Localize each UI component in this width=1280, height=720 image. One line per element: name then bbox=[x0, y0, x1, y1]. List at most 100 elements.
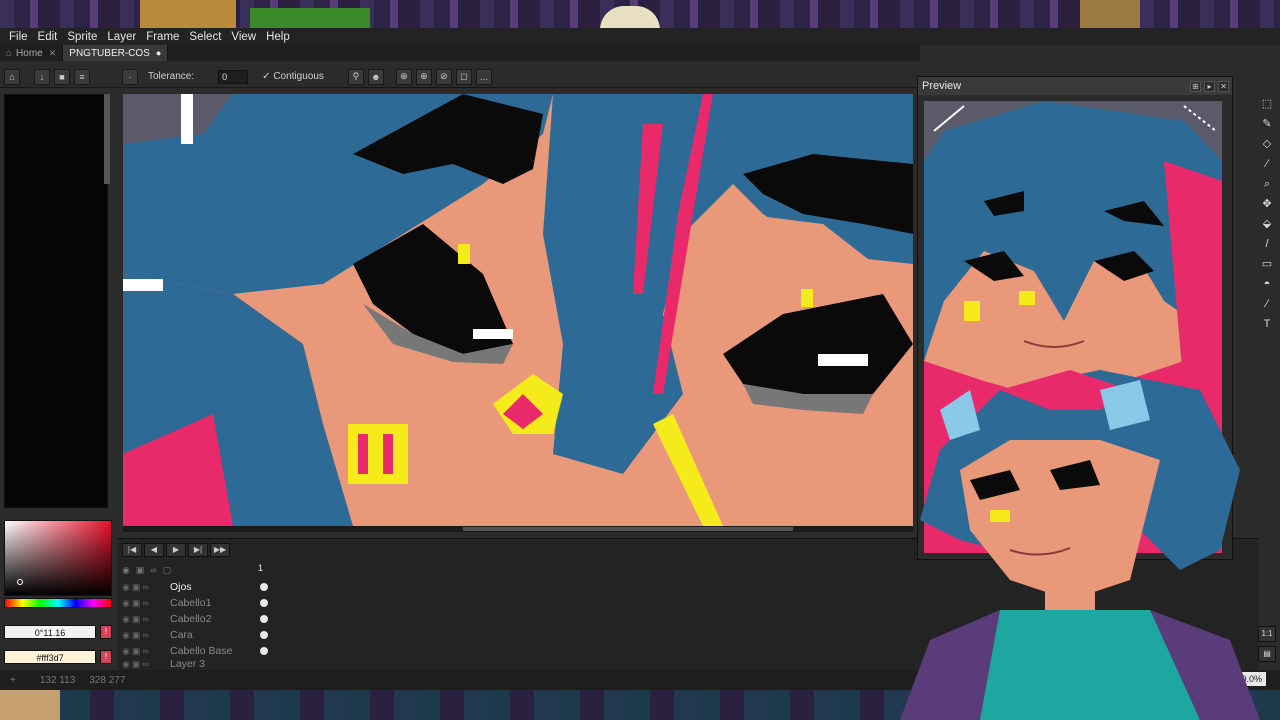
cel-dot[interactable] bbox=[260, 599, 268, 607]
layer-name: Cara bbox=[170, 629, 193, 641]
close-icon[interactable]: ✕ bbox=[49, 48, 57, 59]
stop-icon[interactable]: ■ bbox=[54, 68, 70, 85]
menu-layer[interactable]: Layer bbox=[102, 31, 141, 43]
menu-view[interactable]: View bbox=[226, 31, 261, 43]
foreground-color-field[interactable]: 0°11.16 bbox=[4, 625, 96, 639]
layer-visibility-icon[interactable]: ◉▣∞ bbox=[122, 646, 170, 657]
eraser-icon[interactable]: ◇ bbox=[1259, 136, 1275, 152]
prev-frame-icon[interactable]: ◀ bbox=[144, 543, 164, 557]
tab-sprite[interactable]: PNGTUBER-COS ● bbox=[63, 45, 169, 61]
last-frame-icon[interactable]: ▶▶ bbox=[210, 543, 230, 557]
layer-row[interactable]: ◉▣∞ Cabello Base bbox=[122, 643, 268, 659]
arrow-down-icon[interactable]: ↓ bbox=[34, 68, 50, 85]
frame-preview-button[interactable]: 1:1 bbox=[1258, 626, 1276, 642]
layer-row[interactable]: ◉▣∞ Ojos bbox=[122, 579, 268, 595]
layer-row[interactable]: ◉▣∞ Cabello2 bbox=[122, 611, 268, 627]
hue-slider[interactable] bbox=[4, 598, 112, 608]
menu-frame[interactable]: Frame bbox=[141, 31, 184, 43]
contour-icon[interactable]: ∕ bbox=[1259, 296, 1275, 312]
eyedropper-icon[interactable]: ⁄ bbox=[1259, 156, 1275, 172]
layer-name: Cabello1 bbox=[170, 597, 212, 609]
play-icon[interactable]: ▶ bbox=[166, 543, 186, 557]
square-icon[interactable]: ◻ bbox=[455, 68, 472, 85]
layer-visibility-icon[interactable]: ◉▣∞ bbox=[122, 614, 170, 625]
link-icon[interactable]: ∞ bbox=[150, 565, 156, 575]
tab-sprite-label: PNGTUBER-COS bbox=[69, 47, 150, 59]
next-frame-icon[interactable]: ▶| bbox=[188, 543, 208, 557]
cel-dot[interactable] bbox=[260, 615, 268, 623]
menu-bar: File Edit Sprite Layer Frame Select View… bbox=[0, 28, 1280, 45]
layer-row[interactable]: ◉▣∞ Layer 3 bbox=[122, 659, 268, 669]
stream-frame: File Edit Sprite Layer Frame Select View… bbox=[0, 0, 1280, 720]
layer-row[interactable]: ◉▣∞ Cara bbox=[122, 627, 268, 643]
cel-dot[interactable] bbox=[260, 583, 268, 591]
pencil-icon[interactable]: ✎ bbox=[1259, 116, 1275, 132]
layer-name: Cabello Base bbox=[170, 645, 233, 657]
cel-dot[interactable] bbox=[260, 631, 268, 639]
layer-visibility-icon[interactable]: ◉▣∞ bbox=[122, 582, 170, 593]
play-icon[interactable]: ▸ bbox=[1204, 80, 1215, 92]
blur-icon[interactable]: ◓ bbox=[1259, 276, 1275, 292]
home-icon: ⌂ bbox=[6, 47, 13, 59]
pixel-icon[interactable]: · bbox=[122, 68, 138, 85]
crosshair-icon: + bbox=[10, 674, 16, 686]
menu-help[interactable]: Help bbox=[261, 31, 295, 43]
background-color-field[interactable]: #fff3d7 bbox=[4, 650, 96, 664]
fill-icon[interactable]: ⬙ bbox=[1259, 216, 1275, 232]
menu-icon[interactable]: ≡ bbox=[74, 68, 90, 85]
zoom-icon[interactable]: ⌕ bbox=[1259, 176, 1275, 192]
palette-scrollbar[interactable] bbox=[104, 94, 110, 184]
palette-swatches[interactable] bbox=[4, 94, 108, 508]
cel-dot[interactable] bbox=[260, 647, 268, 655]
canvas-art bbox=[123, 94, 913, 526]
marquee-icon[interactable]: ⬚ bbox=[1259, 96, 1275, 112]
sprite-canvas[interactable] bbox=[123, 94, 913, 526]
layer-visibility-icon[interactable]: ◉▣∞ bbox=[122, 598, 170, 609]
layer-visibility-icon[interactable]: ◉▣∞ bbox=[122, 659, 170, 669]
first-frame-icon[interactable]: |◀ bbox=[122, 543, 142, 557]
menu-sprite[interactable]: Sprite bbox=[62, 31, 102, 43]
target-2-icon[interactable]: ⊕ bbox=[415, 68, 432, 85]
layer-name: Ojos bbox=[170, 581, 192, 593]
target-icon[interactable]: ⊕ bbox=[395, 68, 412, 85]
rectangle-icon[interactable]: ▭ bbox=[1259, 256, 1275, 272]
menu-select[interactable]: Select bbox=[184, 31, 226, 43]
text-icon[interactable]: T bbox=[1259, 316, 1275, 332]
menu-edit[interactable]: Edit bbox=[33, 31, 63, 43]
tab-bar: ⌂ Home ✕ PNGTUBER-COS ● bbox=[0, 45, 920, 61]
group-icon[interactable]: ▢ bbox=[163, 565, 172, 576]
canvas-hscrollbar[interactable] bbox=[123, 526, 913, 532]
cursor-position: 132 113 bbox=[39, 674, 76, 686]
tolerance-input[interactable] bbox=[218, 69, 249, 84]
modified-dot-icon[interactable]: ● bbox=[156, 48, 161, 58]
frame-number[interactable]: 1 bbox=[258, 563, 268, 573]
contiguous-checkbox[interactable]: ✓ Contiguous bbox=[262, 71, 324, 82]
pick-icon[interactable]: ⚲ bbox=[347, 68, 364, 85]
layout-button[interactable]: ▤ bbox=[1258, 646, 1276, 662]
size-readout: 328 277 bbox=[89, 674, 126, 686]
eye-icon[interactable]: ◉ bbox=[122, 565, 130, 576]
picker-cursor[interactable] bbox=[17, 579, 23, 585]
no-icon[interactable]: ⊘ bbox=[435, 68, 452, 85]
lock-icon[interactable]: ▣ bbox=[136, 565, 145, 576]
background-swap-button[interactable]: ! bbox=[100, 650, 112, 664]
move-icon[interactable]: ✥ bbox=[1259, 196, 1275, 212]
palette-panel bbox=[0, 88, 118, 508]
close-icon[interactable]: ✕ bbox=[1218, 80, 1229, 92]
tools-panel: ⬚ ✎ ◇ ⁄ ⌕ ✥ ⬙ / ▭ ◓ ∕ T bbox=[1256, 94, 1278, 334]
line-icon[interactable]: / bbox=[1259, 236, 1275, 252]
layer-visibility-icon[interactable]: ◉▣∞ bbox=[122, 630, 170, 641]
menu-file[interactable]: File bbox=[4, 31, 33, 43]
scroll-thumb[interactable] bbox=[463, 527, 793, 531]
layer-row[interactable]: ◉▣∞ Cabello1 bbox=[122, 595, 268, 611]
tab-home-label: Home bbox=[16, 47, 43, 59]
foreground-swap-button[interactable]: ! bbox=[100, 625, 112, 639]
tab-home[interactable]: ⌂ Home ✕ bbox=[0, 45, 64, 61]
color-spectrum[interactable] bbox=[4, 520, 112, 596]
more-icon[interactable]: … bbox=[475, 68, 492, 85]
home-icon[interactable]: ⌂ bbox=[4, 68, 20, 85]
user-icon[interactable]: ☻ bbox=[367, 68, 384, 85]
context-toolbar: ⌂ ↓ ■ ≡ · Tolerance: ✓ Contiguous ⚲ ☻ ⊕ … bbox=[0, 66, 920, 88]
preview-titlebar[interactable]: Preview ⊞ ▸ ✕ bbox=[918, 77, 1232, 95]
pin-icon[interactable]: ⊞ bbox=[1190, 80, 1201, 92]
